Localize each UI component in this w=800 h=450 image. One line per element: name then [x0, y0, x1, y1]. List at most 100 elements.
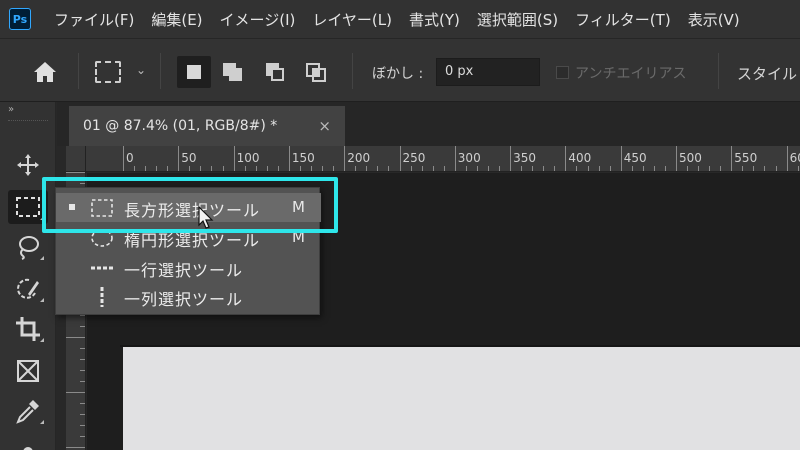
ruler-tick	[123, 146, 124, 171]
ruler-minor-tick	[532, 166, 534, 171]
rect-marquee-icon	[16, 197, 40, 217]
ruler-corner[interactable]	[66, 146, 86, 172]
ruler-tick	[620, 146, 622, 171]
menu-view[interactable]: 表示(V)	[688, 9, 740, 30]
document-tab[interactable]: 01 @ 87.4% (01, RGB/8#) * ×	[69, 106, 345, 146]
ruler-tick	[80, 359, 85, 360]
ruler-minor-tick	[521, 166, 523, 171]
document-canvas[interactable]	[123, 347, 800, 450]
ruler-minor-tick	[322, 166, 324, 171]
flyout-item-label: 一列選択ツール	[124, 290, 244, 309]
frame-icon	[17, 360, 39, 382]
ruler-tick	[233, 146, 235, 171]
submenu-indicator	[40, 256, 44, 260]
ruler-minor-tick	[167, 166, 169, 171]
horizontal-ruler[interactable]: 0 50 100 150 200 250 300 350 400 450 500 550 60	[86, 146, 800, 172]
ruler-tick	[288, 146, 290, 171]
collapse-panel-button[interactable]: »	[8, 104, 14, 115]
ruler-minor-tick	[277, 166, 279, 171]
antialias-checkbox[interactable]	[556, 66, 569, 79]
ruler-minor-tick	[156, 166, 158, 171]
menu-select[interactable]: 選択範囲(S)	[477, 9, 558, 30]
ruler-minor-tick	[432, 166, 434, 171]
icon-part	[271, 68, 284, 81]
ruler-tick	[178, 146, 180, 171]
ruler-minor-tick	[355, 166, 357, 171]
quick-select-icon	[17, 278, 39, 299]
panel-grip[interactable]	[8, 120, 48, 124]
ruler-label: 500	[679, 151, 702, 165]
ruler-tick	[731, 146, 733, 171]
move-icon	[17, 154, 39, 176]
ruler-tick	[66, 447, 85, 448]
intersect-selection-button[interactable]	[300, 56, 334, 88]
ruler-tick	[80, 348, 85, 349]
crop-tool[interactable]	[8, 312, 48, 346]
options-separator	[78, 53, 79, 89]
photoshop-logo[interactable]: Ps	[9, 8, 31, 30]
ruler-tick	[676, 146, 677, 171]
highlight-annotation	[42, 177, 338, 233]
ruler-minor-tick	[134, 166, 136, 171]
new-selection-button[interactable]	[177, 56, 211, 88]
tools-panel: »	[0, 102, 56, 450]
ruler-minor-tick	[609, 166, 611, 171]
ruler-minor-tick	[775, 166, 777, 171]
chevron-down-icon[interactable]: ⌄	[136, 63, 146, 77]
ruler-tick	[80, 381, 85, 382]
icon-part	[312, 68, 320, 77]
feather-input[interactable]: 0 px	[436, 58, 540, 86]
ruler-minor-tick	[311, 166, 313, 171]
ruler-tick	[80, 326, 85, 327]
ruler-minor-tick	[211, 166, 213, 171]
ruler-minor-tick	[244, 166, 246, 171]
ruler-minor-tick	[377, 166, 379, 171]
lasso-tool[interactable]	[8, 230, 48, 264]
add-to-selection-button[interactable]	[217, 56, 251, 88]
ruler-minor-tick	[333, 166, 335, 171]
ruler-minor-tick	[200, 166, 202, 171]
crop-icon	[16, 317, 40, 341]
flyout-item-label: 一行選択ツール	[124, 261, 244, 280]
ruler-label: 150	[291, 151, 315, 165]
document-tab-strip: 01 @ 87.4% (01, RGB/8#) * ×	[57, 102, 800, 146]
flyout-item-single-column[interactable]: 一列選択ツール	[56, 282, 321, 311]
menu-file[interactable]: ファイル(F)	[54, 9, 134, 30]
ruler-minor-tick	[687, 166, 689, 171]
frame-tool[interactable]	[8, 354, 48, 388]
new-selection-icon	[187, 65, 201, 79]
ruler-tick	[510, 146, 512, 171]
ruler-label: 550	[734, 151, 758, 165]
menu-type[interactable]: 書式(Y)	[409, 9, 460, 30]
options-separator	[352, 53, 353, 89]
ruler-tick	[80, 370, 85, 371]
home-button[interactable]	[32, 61, 58, 83]
ruler-minor-tick	[653, 166, 655, 171]
ruler-minor-tick	[410, 166, 412, 171]
ruler-tick	[80, 315, 85, 316]
quick-select-tool[interactable]	[8, 272, 48, 306]
menu-image[interactable]: イメージ(I)	[220, 9, 296, 30]
eyedropper-tool[interactable]	[8, 394, 48, 428]
ruler-minor-tick	[764, 166, 766, 171]
subtract-from-selection-button[interactable]	[259, 56, 293, 88]
ruler-minor-tick	[421, 166, 423, 171]
menu-bar: Ps ファイル(F) 編集(E) イメージ(I) レイヤー(L) 書式(Y) 選…	[0, 0, 800, 38]
ruler-label: 400	[568, 151, 592, 165]
ruler-tick	[80, 425, 85, 426]
menu-edit[interactable]: 編集(E)	[151, 9, 202, 30]
mouse-cursor-icon	[198, 206, 214, 229]
submenu-indicator	[40, 338, 44, 342]
close-icon[interactable]: ×	[318, 117, 331, 135]
ruler-minor-tick	[476, 166, 478, 171]
healing-tool[interactable]	[8, 432, 48, 450]
menu-layer[interactable]: レイヤー(L)	[312, 9, 392, 30]
ruler-label: 100	[236, 151, 260, 165]
menu-filter[interactable]: フィルター(T)	[575, 9, 671, 30]
eyedropper-icon	[16, 400, 39, 424]
ruler-minor-tick	[631, 166, 633, 171]
antialias-label: アンチエイリアス	[575, 66, 687, 82]
flyout-item-single-row[interactable]: 一行選択ツール	[56, 253, 321, 282]
tool-preset-button[interactable]	[95, 61, 121, 83]
ruler-label: 200	[347, 151, 371, 165]
